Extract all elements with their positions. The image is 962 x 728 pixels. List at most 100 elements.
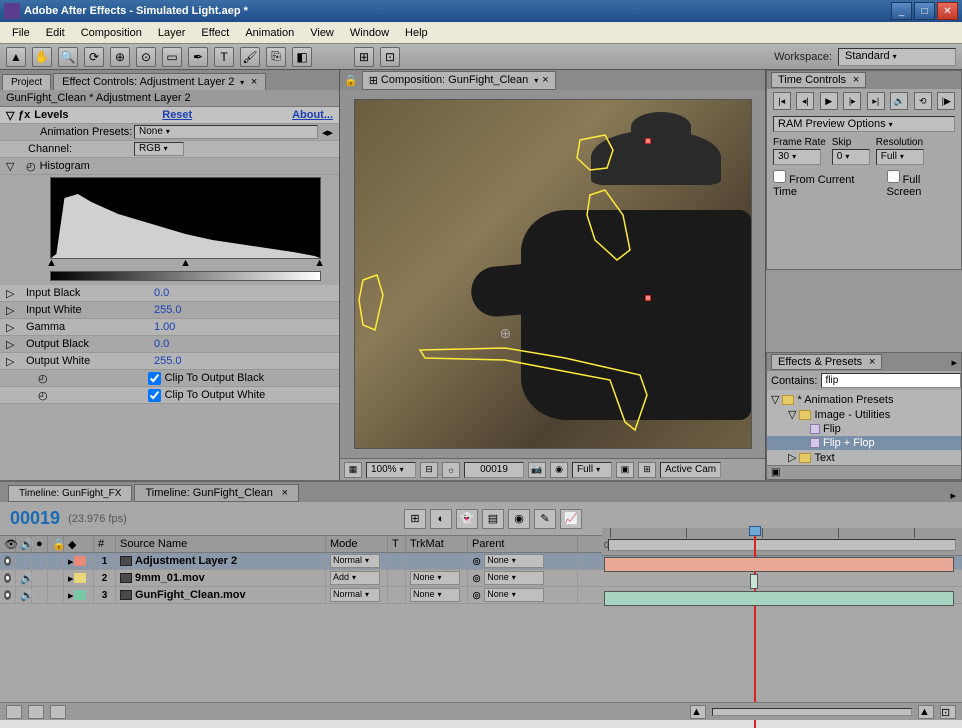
from-current-checkbox[interactable]: From Current Time xyxy=(773,170,877,198)
shy-button[interactable]: 👻 xyxy=(456,509,478,529)
skip-select[interactable]: 0 xyxy=(832,149,870,165)
draft-3d-button[interactable]: ◐ xyxy=(430,509,452,529)
tree-row-image-utils[interactable]: ▽Image - Utilities xyxy=(767,407,961,422)
histogram-display[interactable] xyxy=(50,177,321,259)
brush-tool[interactable]: 🖌 xyxy=(240,47,260,67)
stopwatch-icon[interactable]: ◴ xyxy=(26,160,36,173)
snap-tool[interactable]: ⊡ xyxy=(380,47,400,67)
first-frame-button[interactable]: |◂ xyxy=(773,92,791,110)
zoom-out-button[interactable]: ▲ xyxy=(690,705,706,719)
loop-button[interactable]: ⟲ xyxy=(914,92,932,110)
grid-icon[interactable]: ⊞ xyxy=(638,462,656,478)
shape-tool[interactable]: ▭ xyxy=(162,47,182,67)
timeline-tab-fx[interactable]: Timeline: GunFight_FX xyxy=(8,485,132,502)
gamma-value[interactable]: 1.00 xyxy=(154,321,175,333)
clip-black-checkbox[interactable] xyxy=(148,372,161,385)
output-white-value[interactable]: 255.0 xyxy=(154,355,182,367)
comp-lock-icon[interactable]: 🔒 xyxy=(344,74,358,87)
text-tool[interactable]: T xyxy=(214,47,234,67)
menu-edit[interactable]: Edit xyxy=(38,25,73,41)
pickwhip-icon[interactable]: ⊚ xyxy=(472,589,481,602)
twirl-icon[interactable]: ▷ xyxy=(6,321,26,334)
menu-view[interactable]: View xyxy=(302,25,342,41)
mode-select[interactable]: Normal xyxy=(330,554,380,568)
twirl-icon[interactable]: ▷ xyxy=(6,355,26,368)
full-screen-checkbox[interactable]: Full Screen xyxy=(887,170,956,198)
camera-tool[interactable]: ⊕ xyxy=(110,47,130,67)
zoom-tool[interactable]: 🔍 xyxy=(58,47,78,67)
audio-button[interactable]: 🔊 xyxy=(890,92,908,110)
pickwhip-icon[interactable]: ⊚ xyxy=(472,555,481,568)
time-controls-tab[interactable]: Time Controls × xyxy=(771,72,866,88)
tree-row-flip-flop[interactable]: Flip + Flop xyxy=(767,436,961,450)
zoom-select[interactable]: 100% xyxy=(366,462,416,478)
col-solo[interactable]: ● xyxy=(32,536,48,552)
current-frame[interactable]: 00019 xyxy=(464,462,524,478)
input-white-slider[interactable]: ▲ xyxy=(314,257,325,269)
roi-icon[interactable]: ▣ xyxy=(616,462,634,478)
clone-tool[interactable]: ⎘ xyxy=(266,47,286,67)
menu-file[interactable]: File xyxy=(4,25,38,41)
twirl-icon[interactable]: ▷ xyxy=(6,304,26,317)
clip-white-stopwatch-icon[interactable]: ◴ xyxy=(38,389,48,402)
eraser-tool[interactable]: ◧ xyxy=(292,47,312,67)
pan-behind-tool[interactable]: ⊙ xyxy=(136,47,156,67)
menu-effect[interactable]: Effect xyxy=(193,25,237,41)
col-label[interactable]: ◆ xyxy=(64,536,94,552)
eye-icon[interactable] xyxy=(4,573,11,583)
minimize-button[interactable]: _ xyxy=(891,2,912,20)
pen-tool[interactable]: ✒ xyxy=(188,47,208,67)
col-visibility[interactable]: 👁 xyxy=(0,536,16,552)
parent-select[interactable]: None xyxy=(484,571,544,585)
time-ruler[interactable]: 000 00010 00020 00030 00040 xyxy=(602,528,962,556)
prev-frame-button[interactable]: ◂| xyxy=(796,92,814,110)
exposure-icon[interactable]: ☼ xyxy=(442,462,460,478)
ram-preview-button[interactable]: |▶ xyxy=(937,92,955,110)
region-tool[interactable]: ⊞ xyxy=(354,47,374,67)
resolution-select[interactable]: Full xyxy=(876,149,924,165)
hist-twirl-icon[interactable]: ▽ xyxy=(6,160,18,173)
frame-rate-select[interactable]: 30 xyxy=(773,149,821,165)
ep-search-input[interactable] xyxy=(821,373,961,388)
graph-editor-button[interactable]: 📈 xyxy=(560,509,582,529)
label-color[interactable] xyxy=(74,556,86,566)
twirl-icon[interactable]: ▷ xyxy=(6,338,26,351)
ep-menu-icon[interactable]: ▸ xyxy=(951,356,957,369)
pickwhip-icon[interactable]: ⊚ xyxy=(472,572,481,585)
mode-select[interactable]: Add xyxy=(330,571,380,585)
last-frame-button[interactable]: ▸| xyxy=(867,92,885,110)
comp-mini-flow-button[interactable]: ⊞ xyxy=(404,509,426,529)
input-white-value[interactable]: 255.0 xyxy=(154,304,182,316)
hand-tool[interactable]: ✋ xyxy=(32,47,52,67)
zoom-slider[interactable] xyxy=(712,708,912,716)
toggle-modes-button[interactable] xyxy=(28,705,44,719)
tree-row-presets[interactable]: ▽* Animation Presets xyxy=(767,392,961,407)
toggle-in-out-button[interactable] xyxy=(50,705,66,719)
close-button[interactable]: ✕ xyxy=(937,2,958,20)
gamma-slider[interactable]: ▲ xyxy=(180,257,191,269)
col-source[interactable]: Source Name xyxy=(116,536,326,552)
eye-icon[interactable] xyxy=(4,556,11,566)
col-lock[interactable]: 🔒 xyxy=(48,536,64,552)
effect-controls-tab[interactable]: Effect Controls: Adjustment Layer 2 × xyxy=(53,73,266,90)
eye-icon[interactable] xyxy=(4,590,11,600)
channel-select[interactable]: RGB xyxy=(134,142,184,156)
menu-layer[interactable]: Layer xyxy=(150,25,194,41)
fx-tab-menu-icon[interactable] xyxy=(237,76,244,88)
input-black-value[interactable]: 0.0 xyxy=(154,287,169,299)
current-time[interactable]: 00019 xyxy=(10,508,60,529)
fx-reset-link[interactable]: Reset xyxy=(162,109,192,121)
composition-viewer[interactable]: ⊕ xyxy=(340,90,765,458)
workspace-select[interactable]: Standard xyxy=(838,48,956,66)
output-black-value[interactable]: 0.0 xyxy=(154,338,169,350)
next-frame-button[interactable]: |▸ xyxy=(843,92,861,110)
tree-row-text[interactable]: ▷Text xyxy=(767,450,961,465)
work-area-bar[interactable] xyxy=(608,539,956,551)
menu-window[interactable]: Window xyxy=(342,25,397,41)
comp-button[interactable]: ⊡ xyxy=(940,705,956,719)
clip-white-checkbox[interactable] xyxy=(148,389,161,402)
menu-help[interactable]: Help xyxy=(397,25,436,41)
label-color[interactable] xyxy=(74,590,86,600)
frame-blend-button[interactable]: ▤ xyxy=(482,509,504,529)
fx-tab-close-icon[interactable]: × xyxy=(251,76,257,88)
